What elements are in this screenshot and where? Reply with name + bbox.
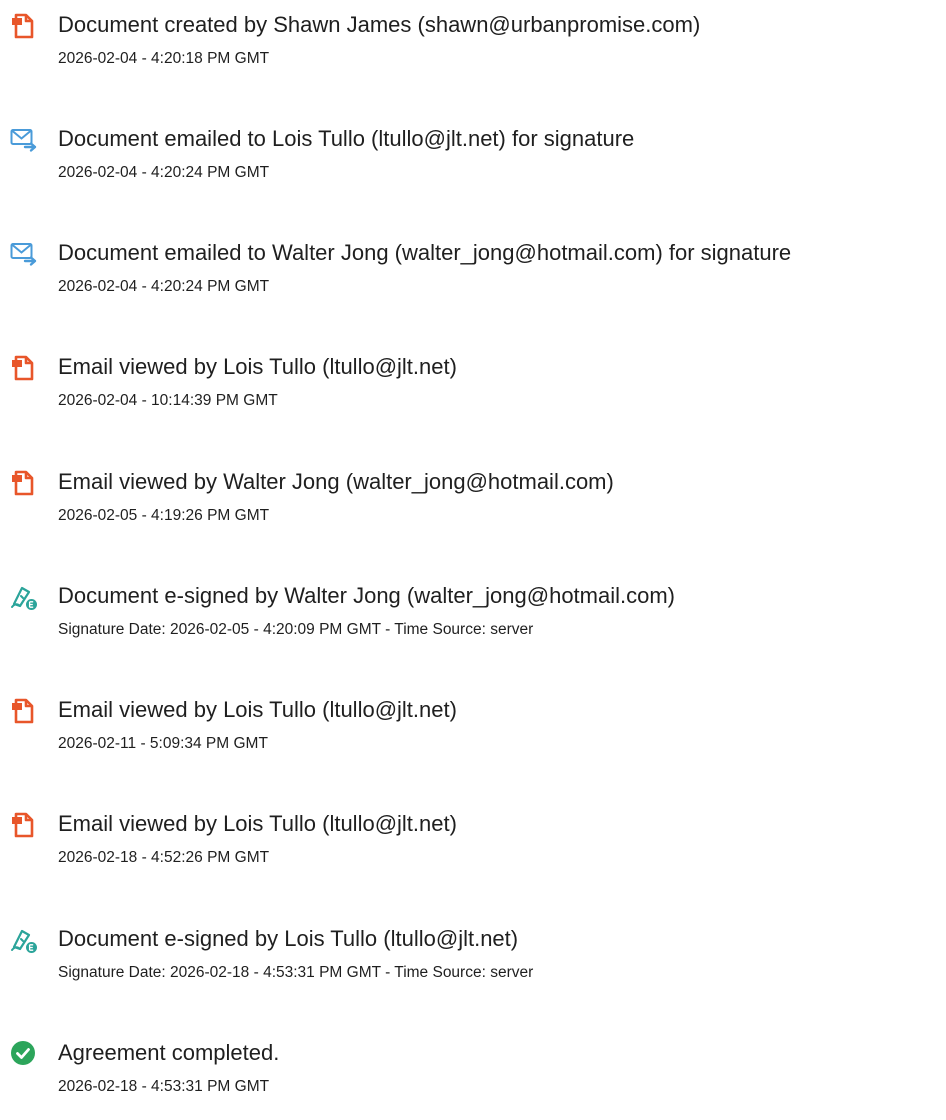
email-sent-icon: [10, 126, 38, 154]
document-icon: [10, 12, 38, 40]
event-title: Email viewed by Walter Jong (walter_jong…: [58, 469, 614, 494]
document-icon: [10, 469, 38, 497]
event-timestamp: 2026-02-18 - 4:53:31 PM GMT: [58, 1078, 270, 1095]
event-timestamp: Signature Date: 2026-02-05 - 4:20:09 PM …: [58, 621, 534, 638]
audit-event-completed: Agreement completed. 2026-02-18 - 4:53:3…: [0, 1040, 946, 1120]
event-title: Email viewed by Lois Tullo (ltullo@jlt.n…: [58, 811, 457, 836]
event-timestamp: 2026-02-04 - 10:14:39 PM GMT: [58, 392, 278, 409]
audit-event-viewed: Email viewed by Lois Tullo (ltullo@jlt.n…: [0, 811, 946, 891]
audit-event-emailed: Document emailed to Lois Tullo (ltullo@j…: [0, 126, 946, 206]
audit-event-esigned: Document e-signed by Walter Jong (walter…: [0, 583, 946, 663]
event-timestamp: 2026-02-04 - 4:20:24 PM GMT: [58, 278, 270, 295]
document-icon: [10, 811, 38, 839]
check-circle-icon: [10, 1040, 38, 1068]
audit-event-created: Document created by Shawn James (shawn@u…: [0, 12, 946, 92]
event-timestamp: 2026-02-11 - 5:09:34 PM GMT: [58, 735, 268, 752]
event-title: Email viewed by Lois Tullo (ltullo@jlt.n…: [58, 697, 457, 722]
email-sent-icon: [10, 240, 38, 268]
event-title: Document e-signed by Lois Tullo (ltullo@…: [58, 926, 519, 951]
event-title: Email viewed by Lois Tullo (ltullo@jlt.n…: [58, 354, 457, 379]
audit-event-viewed: Email viewed by Lois Tullo (ltullo@jlt.n…: [0, 697, 946, 777]
event-timestamp: 2026-02-04 - 4:20:24 PM GMT: [58, 164, 270, 181]
audit-event-viewed: Email viewed by Lois Tullo (ltullo@jlt.n…: [0, 354, 946, 434]
event-timestamp: 2026-02-04 - 4:20:18 PM GMT: [58, 50, 270, 67]
event-title: Document emailed to Walter Jong (walter_…: [58, 240, 792, 265]
event-title: Document created by Shawn James (shawn@u…: [58, 12, 701, 37]
audit-event-viewed: Email viewed by Walter Jong (walter_jong…: [0, 469, 946, 549]
event-timestamp: 2026-02-18 - 4:52:26 PM GMT: [58, 849, 270, 866]
event-title: Document e-signed by Walter Jong (walter…: [58, 583, 675, 608]
event-timestamp: 2026-02-05 - 4:19:26 PM GMT: [58, 507, 270, 524]
event-timestamp: Signature Date: 2026-02-18 - 4:53:31 PM …: [58, 964, 534, 981]
event-title: Document emailed to Lois Tullo (ltullo@j…: [58, 126, 635, 151]
document-icon: [10, 697, 38, 725]
e-sign-icon: [10, 583, 38, 611]
e-sign-icon: [10, 926, 38, 954]
event-title: Agreement completed.: [58, 1040, 280, 1065]
audit-event-emailed: Document emailed to Walter Jong (walter_…: [0, 240, 946, 320]
document-icon: [10, 354, 38, 382]
audit-event-esigned: Document e-signed by Lois Tullo (ltullo@…: [0, 926, 946, 1006]
